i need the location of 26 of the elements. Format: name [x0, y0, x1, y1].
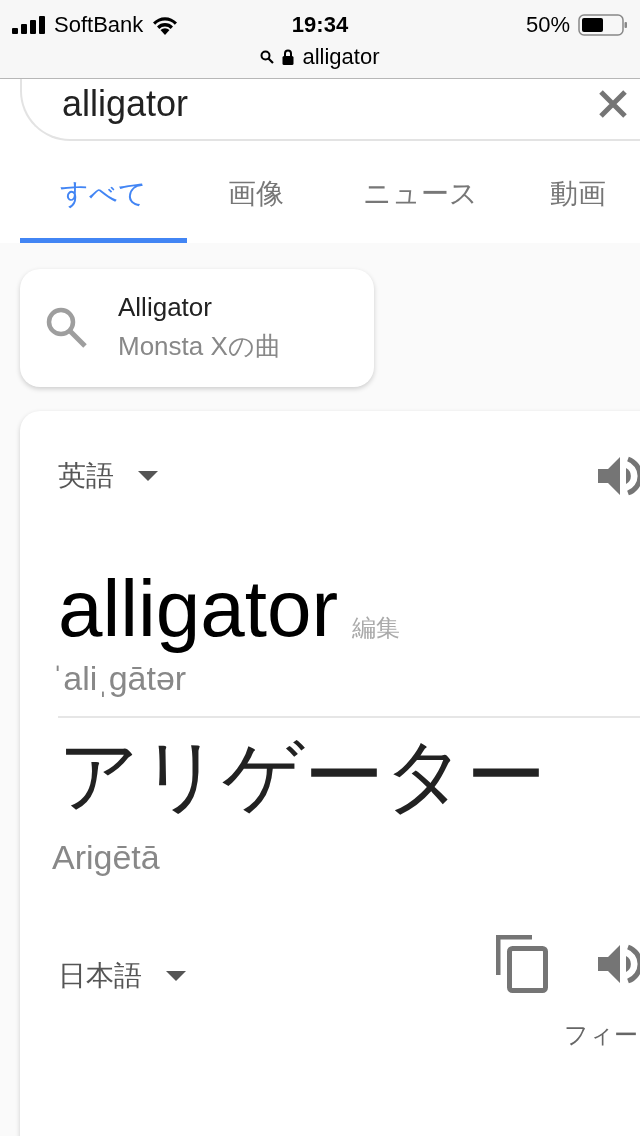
language-selector[interactable]: 日本語 [58, 957, 186, 995]
suggestion-card[interactable]: Alligator Monsta Xの曲 [20, 269, 374, 387]
feedback-link[interactable]: フィー [564, 1019, 638, 1051]
suggestion-title: Alligator [118, 292, 213, 323]
lock-icon [282, 49, 295, 65]
tab[interactable]: 動画 [515, 141, 640, 243]
romanization-text: Arigētā [52, 838, 161, 877]
dropdown-icon [166, 971, 186, 981]
address-text[interactable]: alligator [302, 44, 380, 70]
dropdown-icon [138, 471, 158, 481]
tab[interactable]: ニュース [325, 141, 515, 243]
language-selector[interactable]: 英語 [58, 457, 158, 495]
translated-word: アリゲーター [58, 732, 547, 820]
tab[interactable]: 画像 [187, 141, 325, 243]
close-icon[interactable] [598, 89, 628, 119]
copy-icon[interactable] [496, 935, 548, 993]
phonetic-text: ˈaliˌgātər [52, 659, 188, 698]
suggestion-subtitle: Monsta Xの曲 [118, 330, 281, 363]
battery-icon [578, 14, 628, 36]
carrier-name: SoftBank [54, 12, 144, 38]
search-icon [260, 50, 275, 64]
signal-icon [12, 16, 46, 34]
battery-percent: 50% [525, 12, 570, 38]
clock-time: 19:34 [291, 12, 349, 38]
wifi-icon [151, 15, 180, 35]
search-field[interactable]: alligator [20, 79, 640, 141]
